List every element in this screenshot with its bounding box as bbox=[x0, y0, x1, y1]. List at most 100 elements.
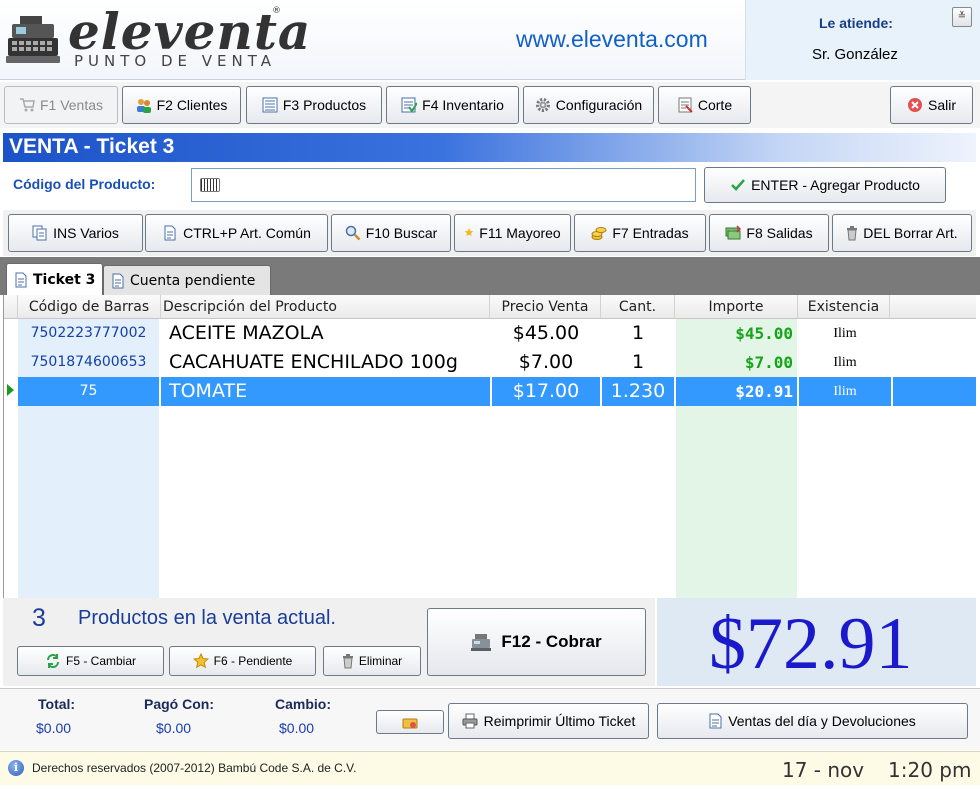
minimize-button[interactable]: ≚ bbox=[952, 7, 972, 27]
documents-icon bbox=[32, 225, 48, 241]
product-code-label: Código del Producto: bbox=[13, 176, 156, 192]
reprint-ticket-button[interactable]: Reimprimir Último Ticket bbox=[448, 703, 649, 739]
status-time: 1:20 pm bbox=[888, 758, 972, 782]
payment-row: Total: $0.00 Pagó Con: $0.00 Cambio: $0.… bbox=[0, 688, 980, 750]
cell-price: $45.00 bbox=[512, 322, 580, 344]
common-item-button[interactable]: CTRL+P Art. Común bbox=[145, 214, 328, 252]
products-button[interactable]: F3 Productos bbox=[246, 86, 382, 124]
daily-sales-button[interactable]: Ventas del día y Devoluciones bbox=[657, 703, 968, 739]
change-button[interactable]: F5 - Cambiar bbox=[17, 646, 164, 676]
sales-button[interactable]: F1 Ventas bbox=[4, 86, 118, 124]
search-button-label: F10 Buscar bbox=[365, 225, 438, 241]
app-header: eleventa ® PUNTO DE VENTA www.eleventa.c… bbox=[0, 0, 980, 80]
settings-button-label: Configuración bbox=[555, 97, 643, 113]
cell-price: $17.00 bbox=[512, 380, 580, 402]
cell-barcode: 75 bbox=[79, 383, 98, 399]
cell-import: $7.00 bbox=[744, 353, 793, 372]
clients-button[interactable]: F2 Clientes bbox=[122, 86, 241, 124]
trash-icon bbox=[846, 225, 858, 241]
tab-ticket-3[interactable]: Ticket 3 bbox=[6, 263, 103, 295]
delete-sale-button[interactable]: Eliminar bbox=[323, 646, 421, 676]
header-price[interactable]: Precio Venta bbox=[490, 295, 601, 319]
cell-qty: 1 bbox=[631, 322, 645, 344]
cell-price: $7.00 bbox=[518, 351, 574, 373]
inventory-button-label: F4 Inventario bbox=[422, 97, 504, 113]
tab-pending-account[interactable]: Cuenta pendiente bbox=[103, 265, 271, 295]
exit-button[interactable]: Salir bbox=[890, 86, 973, 124]
sale-actions-row: INS Varios CTRL+P Art. Común F10 Buscar … bbox=[3, 210, 976, 256]
status-bar: i Derechos reservados (2007-2012) Bambú … bbox=[0, 751, 980, 785]
charge-button-label: F12 - Cobrar bbox=[501, 632, 602, 651]
pending-button-label: F6 - Pendiente bbox=[213, 654, 293, 668]
table-row[interactable]: 7502223777002 ACEITE MAZOLA $45.00 1 $45… bbox=[4, 319, 976, 348]
site-url-link[interactable]: www.eleventa.com bbox=[516, 26, 708, 53]
logo-subtitle: PUNTO DE VENTA bbox=[74, 52, 276, 70]
exit-icon bbox=[907, 97, 923, 113]
exits-button[interactable]: F8 Salidas bbox=[709, 214, 829, 252]
cashier-name: Sr. González bbox=[812, 46, 898, 63]
charge-button[interactable]: F12 - Cobrar bbox=[427, 608, 646, 676]
exit-button-label: Salir bbox=[927, 97, 956, 113]
cash-drawer-icon bbox=[402, 714, 418, 730]
table-row[interactable]: 7501874600653 CACAHUATE ENCHILADO 100g $… bbox=[4, 348, 976, 377]
change-label: Cambio: bbox=[275, 696, 331, 712]
reprint-ticket-button-label: Reimprimir Último Ticket bbox=[483, 713, 636, 729]
ticket-tab-strip: Ticket 3 Cuenta pendiente bbox=[0, 257, 980, 295]
cut-button-label: Corte bbox=[697, 97, 733, 113]
header-description[interactable]: Descripción del Producto bbox=[161, 295, 490, 319]
pending-button[interactable]: F6 - Pendiente bbox=[169, 646, 316, 676]
tab-ticket-3-label: Ticket 3 bbox=[33, 271, 96, 288]
inventory-button[interactable]: F4 Inventario bbox=[386, 86, 519, 124]
users-icon bbox=[136, 97, 152, 113]
change-value: $0.00 bbox=[279, 720, 315, 736]
tab-pending-account-label: Cuenta pendiente bbox=[130, 272, 256, 289]
sale-title: VENTA - Ticket 3 bbox=[9, 135, 175, 158]
open-drawer-button[interactable] bbox=[376, 710, 444, 734]
shopping-cart-icon bbox=[19, 97, 35, 113]
ticket-icon bbox=[112, 273, 124, 289]
sale-items-table[interactable]: Código de Barras Descripción del Product… bbox=[3, 295, 976, 598]
product-count-label: Productos en la venta actual. bbox=[78, 607, 336, 629]
cell-stock: Ilim bbox=[833, 355, 857, 370]
cash-register-icon bbox=[6, 14, 60, 64]
cut-button[interactable]: Corte bbox=[658, 86, 751, 124]
product-code-field[interactable] bbox=[191, 168, 696, 202]
star-icon bbox=[464, 225, 474, 241]
sales-button-label: F1 Ventas bbox=[39, 97, 104, 113]
product-code-row: Código del Producto: ENTER - Agregar Pro… bbox=[3, 162, 976, 208]
entries-button-label: F7 Entradas bbox=[612, 225, 689, 241]
cash-register-icon bbox=[471, 633, 492, 651]
product-code-input[interactable] bbox=[226, 173, 686, 197]
cell-qty: 1 bbox=[631, 351, 645, 373]
delete-item-button[interactable]: DEL Borrar Art. bbox=[832, 214, 972, 252]
add-product-button[interactable]: ENTER - Agregar Producto bbox=[704, 167, 946, 203]
coins-in-icon bbox=[591, 225, 607, 241]
total-label: Total: bbox=[38, 696, 76, 712]
cash-cut-icon bbox=[677, 97, 693, 113]
table-header: Código de Barras Descripción del Product… bbox=[4, 295, 976, 319]
cashier-panel: Le atiende: Sr. González ≚ bbox=[745, 0, 980, 80]
table-row-selected[interactable]: 75 TOMATE $17.00 1.230 $20.91 Ilim bbox=[18, 377, 976, 406]
cell-description: CACAHUATE ENCHILADO 100g bbox=[169, 351, 458, 373]
cell-separator bbox=[891, 377, 893, 406]
gear-icon bbox=[535, 97, 551, 113]
header-stock[interactable]: Existencia bbox=[798, 295, 890, 319]
various-button-label: INS Varios bbox=[53, 225, 119, 241]
sale-total-amount: $72.91 bbox=[709, 603, 913, 685]
various-button[interactable]: INS Varios bbox=[8, 214, 143, 252]
header-import[interactable]: Importe bbox=[675, 295, 798, 319]
cell-separator bbox=[159, 377, 161, 406]
header-qty[interactable]: Cant. bbox=[601, 295, 675, 319]
products-button-label: F3 Productos bbox=[282, 97, 367, 113]
cell-stock: Ilim bbox=[833, 384, 857, 399]
settings-button[interactable]: Configuración bbox=[523, 86, 654, 124]
wholesale-button[interactable]: F11 Mayoreo bbox=[454, 214, 571, 252]
entries-button[interactable]: F7 Entradas bbox=[574, 214, 706, 252]
printer-icon bbox=[462, 713, 478, 729]
sale-summary-panel: 3 Productos en la venta actual. F5 - Cam… bbox=[3, 598, 655, 686]
delete-sale-button-label: Eliminar bbox=[358, 654, 403, 668]
current-row-arrow-icon bbox=[7, 384, 14, 396]
search-button[interactable]: F10 Buscar bbox=[331, 214, 451, 252]
change-button-label: F5 - Cambiar bbox=[65, 654, 136, 668]
header-barcode[interactable]: Código de Barras bbox=[18, 295, 161, 319]
